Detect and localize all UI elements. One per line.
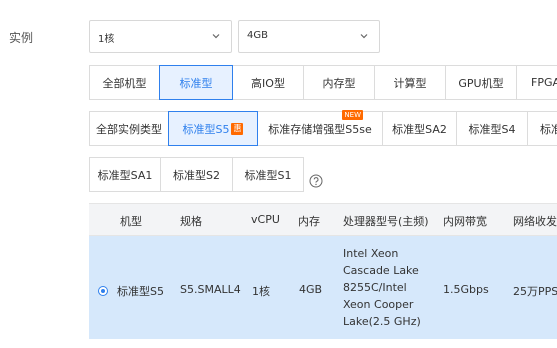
col-header-cpu-model: 处理器型号(主频) (343, 215, 429, 228)
cpu-select-value: 1核 (98, 34, 115, 45)
col-header-pps: 网络收发 (513, 215, 557, 228)
tab-gpu[interactable]: GPU机型 (445, 65, 517, 100)
instance-config-panel: 实例 1核 4GB 全部机型 标准型 高IO型 内存型 计算型 GPU机型 FP… (0, 0, 557, 348)
tab-label: 标准型S5 (182, 122, 230, 136)
cpu-select[interactable]: 1核 (89, 20, 232, 53)
tab-s5[interactable]: 标准型S5 惠 (168, 111, 258, 146)
tab-label: 全部实例类型 (96, 122, 162, 136)
tab-s2[interactable]: 标准型S2 (160, 157, 233, 192)
col-header-memory: 内存 (298, 215, 320, 228)
cell-pps: 25万PPS (513, 285, 557, 298)
tab-label: 标准型SA2 (392, 122, 447, 136)
tab-label: 标准型S4 (468, 122, 516, 136)
discount-badge: 惠 (231, 122, 244, 135)
family-tabs: 全部机型 标准型 高IO型 内存型 计算型 GPU机型 FPGA (89, 65, 557, 100)
tab-label: 高IO型 (251, 76, 285, 90)
cell-bandwidth: 1.5Gbps (443, 283, 489, 296)
col-header-spec: 规格 (180, 215, 202, 228)
tab-label: 标准 (540, 122, 557, 136)
tab-label: 全部机型 (102, 76, 147, 90)
tab-standard-truncated[interactable]: 标准 (527, 111, 557, 146)
table-header: 机型 规格 vCPU 内存 处理器型号(主频) 内网带宽 网络收发 (89, 203, 557, 236)
tab-label: FPGA (531, 76, 557, 89)
tab-all-types[interactable]: 全部实例类型 (89, 111, 169, 146)
tab-fpga[interactable]: FPGA (516, 65, 557, 100)
col-header-type: 机型 (120, 215, 142, 228)
tab-compute[interactable]: 计算型 (374, 65, 446, 100)
type-tabs-row3: 标准型SA1 标准型S2 标准型S1 (89, 157, 304, 192)
cell-memory: 4GB (299, 283, 323, 296)
tab-label: 内存型 (322, 76, 356, 90)
tab-label: 计算型 (393, 76, 427, 90)
tab-s5se[interactable]: 标准存储增强型S5se NEW (257, 110, 383, 146)
type-tabs: 全部实例类型 标准型S5 惠 标准存储增强型S5se NEW 标准型SA2 标准… (89, 110, 557, 146)
cell-vcpu: 1核 (252, 285, 270, 298)
tab-s1[interactable]: 标准型S1 (232, 157, 304, 192)
cell-type: 标准型S5 (117, 285, 164, 298)
table-row[interactable]: 标准型S5 S5.SMALL4 1核 4GB Intel Xeon Cascad… (89, 236, 557, 339)
new-badge: NEW (342, 110, 363, 120)
tab-label: 标准型 (179, 76, 213, 90)
tab-s4[interactable]: 标准型S4 (456, 111, 528, 146)
memory-select[interactable]: 4GB (238, 20, 380, 53)
tab-label: GPU机型 (458, 76, 504, 90)
help-icon[interactable] (309, 174, 323, 188)
tab-high-io[interactable]: 高IO型 (232, 65, 304, 100)
tab-label: 标准型SA1 (97, 168, 153, 182)
radio-selected-dot (101, 289, 105, 293)
tab-sa2[interactable]: 标准型SA2 (382, 111, 457, 146)
tab-label: 标准型S2 (173, 168, 220, 182)
memory-select-value: 4GB (247, 30, 268, 41)
section-label: 实例 (9, 31, 34, 45)
tab-memory[interactable]: 内存型 (303, 65, 375, 100)
col-header-bandwidth: 内网带宽 (443, 215, 487, 228)
col-header-vcpu: vCPU (251, 213, 280, 226)
row-radio[interactable] (99, 287, 107, 295)
tab-label: 标准型S1 (244, 168, 292, 182)
chevron-down-icon (212, 34, 220, 39)
tab-label: 标准存储增强型S5se (268, 122, 372, 136)
tab-sa1[interactable]: 标准型SA1 (89, 157, 161, 192)
tab-all-families[interactable]: 全部机型 (89, 65, 160, 100)
tab-standard[interactable]: 标准型 (159, 65, 233, 100)
cell-cpu-model: Intel Xeon Cascade Lake 8255C/Intel Xeon… (343, 247, 421, 328)
cell-spec: S5.SMALL4 (180, 283, 241, 296)
chevron-down-icon (360, 34, 368, 39)
